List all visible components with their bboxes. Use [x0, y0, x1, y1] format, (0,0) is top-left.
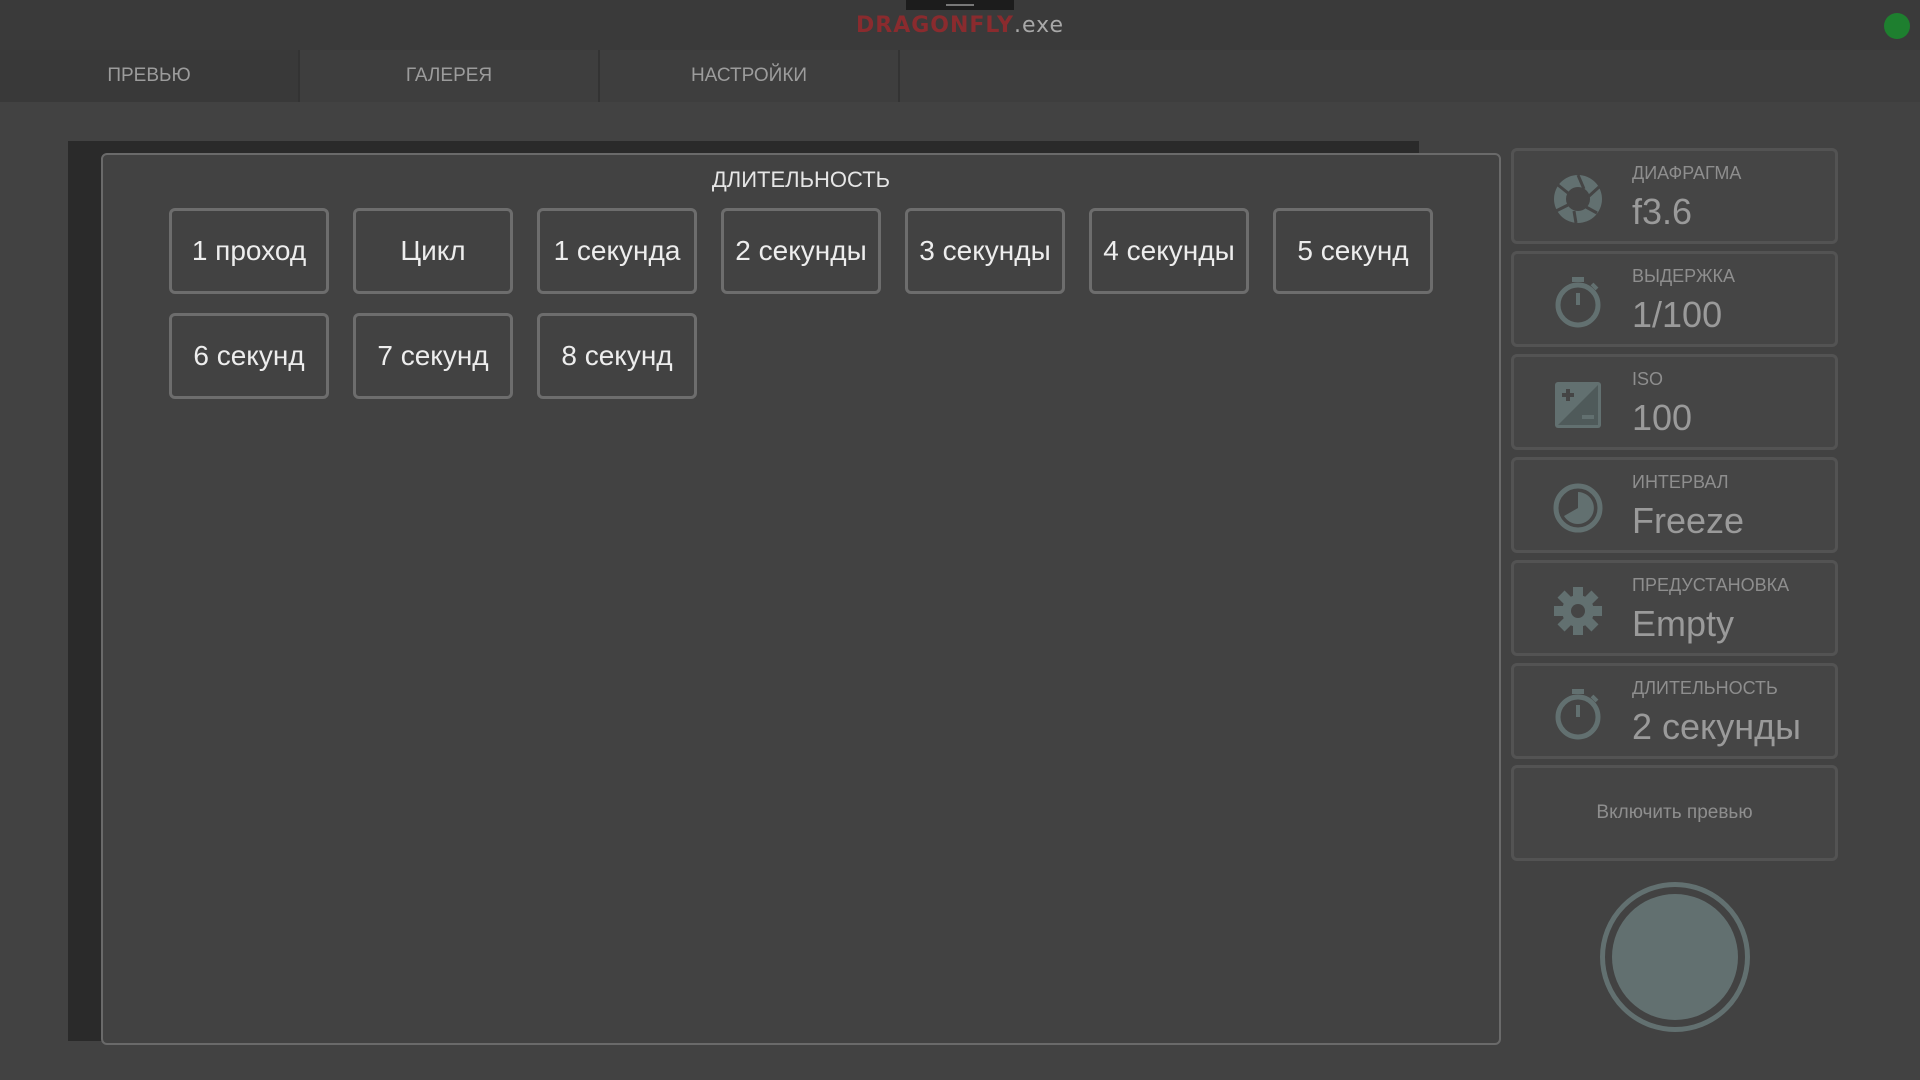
status-indicator	[1884, 13, 1910, 39]
title-bar: DRAGONFLY.exe	[0, 0, 1920, 50]
duration-option-6s[interactable]: 6 секунд	[169, 313, 329, 399]
duration-option-2s[interactable]: 2 секунды	[721, 208, 881, 294]
app-title-brand: DRAGONFLY	[856, 13, 1014, 38]
setting-label: ISO	[1632, 369, 1664, 389]
duration-option-8s[interactable]: 8 секунд	[537, 313, 697, 399]
setting-label: ВЫДЕРЖКА	[1632, 266, 1736, 286]
setting-interval[interactable]: ИНТЕРВАЛ Freeze	[1511, 457, 1838, 553]
aperture-icon	[1554, 174, 1602, 224]
gear-icon	[1554, 587, 1602, 635]
clock-icon	[1553, 483, 1603, 533]
setting-label: ИНТЕРВАЛ	[1632, 472, 1729, 492]
setting-preset[interactable]: ПРЕДУСТАНОВКА Empty	[1511, 560, 1838, 656]
setting-shutter-speed[interactable]: ВЫДЕРЖКА 1/100	[1511, 251, 1838, 347]
stopwatch-icon	[1555, 689, 1601, 740]
tab-settings[interactable]: НАСТРОЙКИ	[600, 50, 900, 102]
setting-label: ДЛИТЕЛЬНОСТЬ	[1632, 678, 1778, 698]
setting-value: f3.6	[1632, 191, 1693, 232]
duration-option-1-pass[interactable]: 1 проход	[169, 208, 329, 294]
setting-value: Freeze	[1632, 500, 1745, 541]
app-title: DRAGONFLY.exe	[0, 12, 1920, 40]
main-tabs: ПРЕВЬЮ ГАЛЕРЕЯ НАСТРОЙКИ	[0, 50, 1920, 102]
setting-value: 2 секунды	[1632, 706, 1801, 747]
app-title-ext: .exe	[1013, 13, 1064, 38]
duration-option-1s[interactable]: 1 секунда	[537, 208, 697, 294]
enable-preview-button[interactable]: Включить превью	[1511, 765, 1838, 861]
stopwatch-icon	[1555, 277, 1601, 328]
exposure-icon	[1555, 382, 1601, 428]
duration-option-3s[interactable]: 3 секунды	[905, 208, 1065, 294]
duration-option-4s[interactable]: 4 секунды	[1089, 208, 1249, 294]
duration-panel-title: ДЛИТЕЛЬНОСТЬ	[711, 167, 891, 192]
setting-value: Empty	[1632, 603, 1735, 644]
setting-aperture[interactable]: ДИАФРАГМА f3.6	[1511, 148, 1838, 244]
duration-option-7s[interactable]: 7 секунд	[353, 313, 513, 399]
setting-iso[interactable]: ISO 100	[1511, 354, 1838, 450]
tab-preview[interactable]: ПРЕВЬЮ	[0, 50, 300, 102]
setting-duration[interactable]: ДЛИТЕЛЬНОСТЬ 2 секунды	[1511, 663, 1838, 759]
setting-label: ДИАФРАГМА	[1632, 163, 1742, 183]
duration-panel: ДЛИТЕЛЬНОСТЬ 1 проход Цикл 1 секунда 2 с…	[101, 153, 1501, 1045]
drag-handle[interactable]	[906, 0, 1014, 10]
setting-label: ПРЕДУСТАНОВКА	[1632, 575, 1790, 595]
tab-gallery[interactable]: ГАЛЕРЕЯ	[300, 50, 600, 102]
setting-value: 1/100	[1632, 294, 1723, 335]
duration-option-loop[interactable]: Цикл	[353, 208, 513, 294]
setting-value: 100	[1632, 397, 1693, 438]
duration-option-5s[interactable]: 5 секунд	[1273, 208, 1433, 294]
shutter-button-inner	[1612, 894, 1738, 1020]
shutter-button[interactable]	[1600, 882, 1750, 1032]
